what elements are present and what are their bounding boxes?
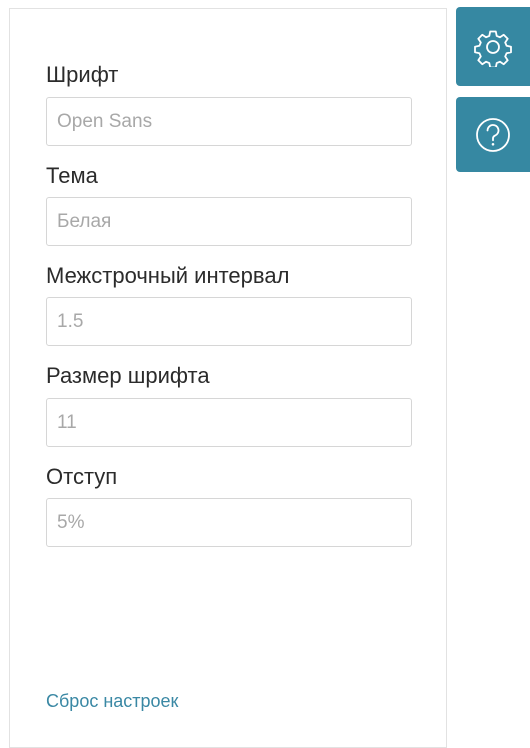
settings-button[interactable] [456,7,530,86]
theme-label: Тема [46,163,98,188]
font-size-field[interactable]: 11 [46,398,412,447]
gear-icon [473,27,513,67]
margin-field[interactable]: 5% [46,498,412,547]
help-button[interactable] [456,97,530,172]
line-spacing-field[interactable]: 1.5 [46,297,412,346]
theme-field[interactable]: Белая [46,197,412,246]
font-label: Шрифт [46,62,119,87]
settings-panel: Шрифт Open Sans Тема Белая Межстрочный и… [9,8,447,748]
help-icon [474,116,512,154]
font-size-label: Размер шрифта [46,363,210,388]
font-field[interactable]: Open Sans [46,97,412,146]
line-spacing-label: Межстрочный интервал [46,263,290,288]
reset-settings-link[interactable]: Сброс настроек [46,691,178,712]
margin-label: Отступ [46,464,118,489]
